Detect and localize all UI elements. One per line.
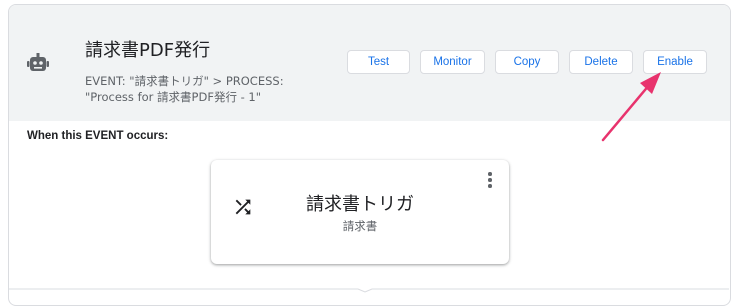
copy-button[interactable]: Copy xyxy=(495,50,559,74)
delete-button[interactable]: Delete xyxy=(569,50,633,74)
event-card[interactable]: 請求書トリガ 請求書 xyxy=(211,160,509,264)
connector-divider xyxy=(8,288,729,293)
monitor-button[interactable]: Monitor xyxy=(420,50,485,74)
enable-button[interactable]: Enable xyxy=(643,50,707,74)
bot-subtitle: EVENT: "請求書トリガ" > PROCESS: "Process for … xyxy=(85,74,284,104)
test-button[interactable]: Test xyxy=(347,50,410,74)
event-subtitle: 請求書 xyxy=(342,219,378,233)
event-title: 請求書トリガ xyxy=(306,194,414,215)
robot-icon xyxy=(27,53,49,71)
event-section-label: When this EVENT occurs: xyxy=(27,130,169,142)
bot-title: 請求書PDF発行 xyxy=(85,40,211,61)
more-vert-icon[interactable] xyxy=(485,172,495,190)
bot-header: 請求書PDF発行 EVENT: "請求書トリガ" > PROCESS: "Pro… xyxy=(9,5,730,121)
